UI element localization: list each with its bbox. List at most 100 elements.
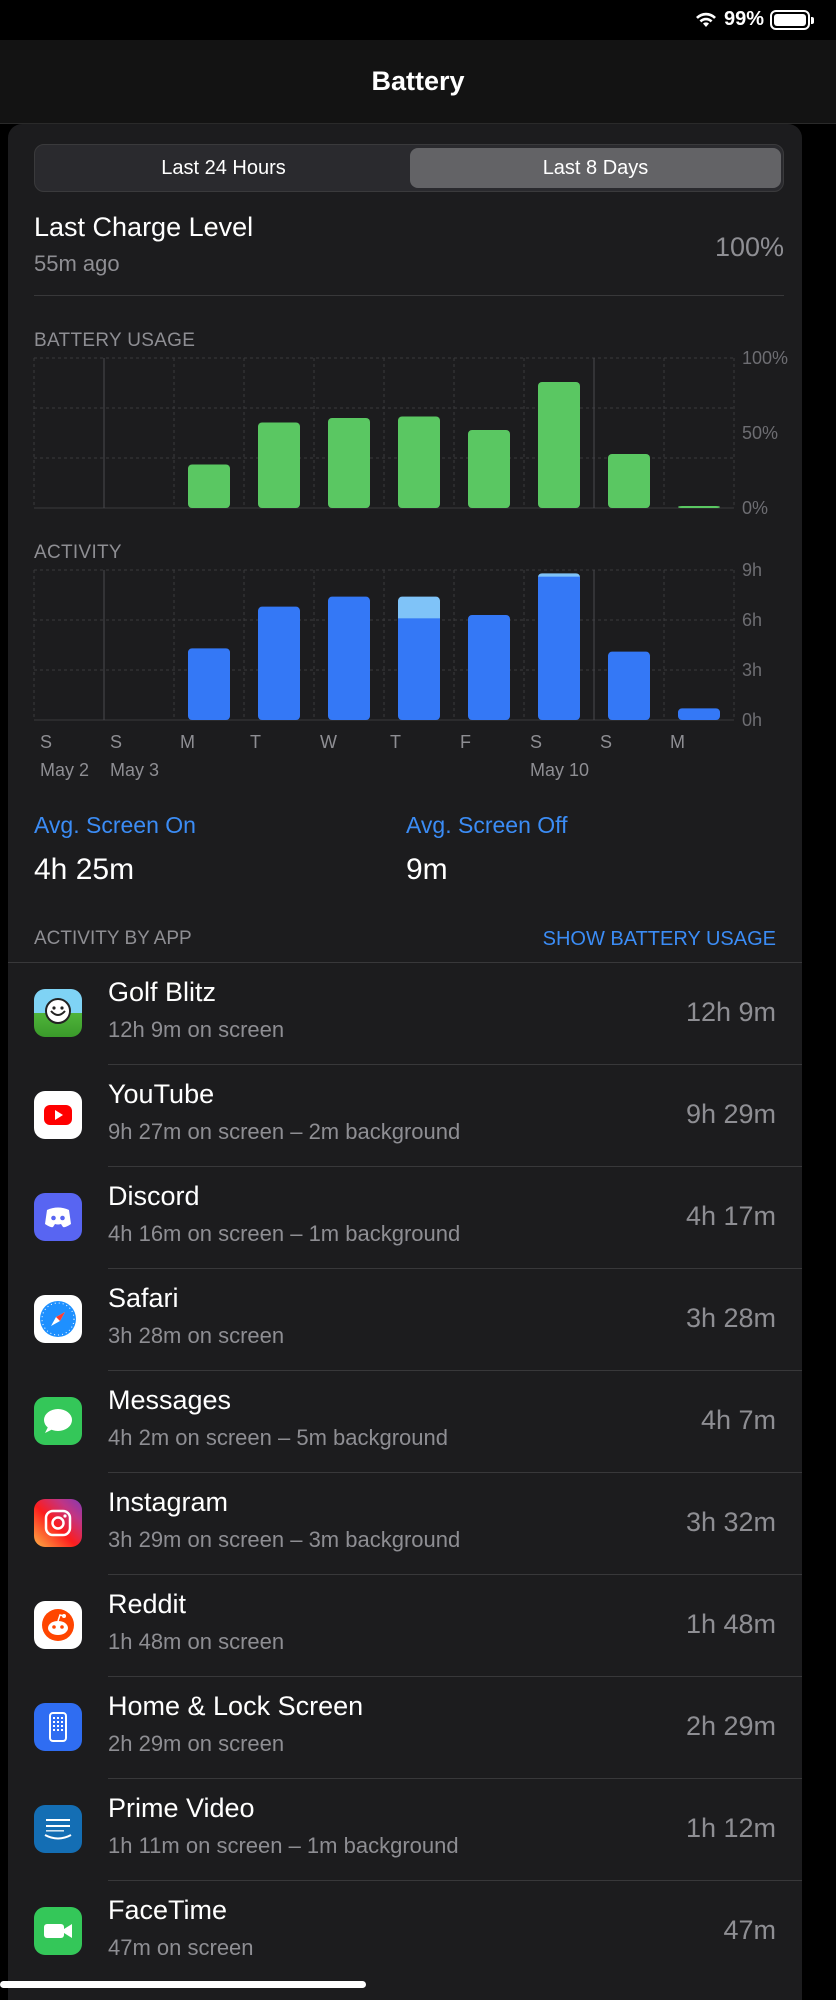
app-row[interactable]: Messages 4h 2m on screen – 5m background… xyxy=(8,1371,802,1473)
app-time: 9h 29m xyxy=(685,1099,776,1129)
x-tick-label: S xyxy=(40,732,52,752)
app-time: 1h 12m xyxy=(685,1813,776,1843)
app-detail: 9h 27m on screen – 2m background xyxy=(108,1119,461,1144)
app-time: 4h 17m xyxy=(685,1201,776,1231)
avg-screen-off: Avg. Screen Off 9m xyxy=(406,812,568,887)
battery-bar[interactable] xyxy=(258,422,300,509)
battery-usage-svg: 100% 50% 0% xyxy=(33,348,788,518)
x-tick-label: S xyxy=(110,732,122,752)
battery-bar[interactable] xyxy=(188,464,230,509)
avg-screen-off-value: 9m xyxy=(406,853,448,886)
app-row[interactable]: Instagram 3h 29m on screen – 3m backgrou… xyxy=(8,1473,802,1575)
time-range-segmented-control: Last 24 Hours Last 8 Days xyxy=(34,144,784,192)
app-list: Golf Blitz 12h 9m on screen 12h 9m YouTu… xyxy=(8,963,802,1983)
date-label: May 2 xyxy=(40,760,89,780)
x-tick-label: S xyxy=(600,732,612,752)
y-tick-label: 0% xyxy=(742,498,768,518)
app-time: 2h 29m xyxy=(685,1711,776,1741)
activity-on-bar[interactable] xyxy=(258,606,300,720)
activity-on-bar[interactable] xyxy=(328,596,370,720)
activity-on-bar[interactable] xyxy=(188,648,230,720)
battery-bar[interactable] xyxy=(608,454,650,508)
home-lock-screen-icon xyxy=(34,1703,82,1751)
y-tick-label: 9h xyxy=(742,560,762,580)
app-time: 4h 7m xyxy=(700,1405,776,1435)
app-detail: 2h 29m on screen xyxy=(108,1731,285,1756)
activity-svg: 9h 6h 3h 0h S S M T W T F S S M May 2 May 3 May 10 xyxy=(33,560,762,780)
home-indicator[interactable] xyxy=(0,1981,366,1988)
last-charge-title: Last Charge Level xyxy=(34,212,254,242)
last-charge-subtitle: 55m ago xyxy=(34,251,120,276)
app-row[interactable]: Reddit 1h 48m on screen 1h 48m xyxy=(8,1575,802,1677)
battery-usage-label: BATTERY USAGE xyxy=(34,330,196,351)
app-row[interactable]: YouTube 9h 27m on screen – 2m background… xyxy=(8,1065,802,1167)
show-battery-usage-link[interactable]: SHOW BATTERY USAGE xyxy=(543,928,776,951)
segment-last-24-hours[interactable]: Last 24 Hours xyxy=(38,148,409,188)
date-label: May 3 xyxy=(110,760,159,780)
battery-bar[interactable] xyxy=(678,506,720,508)
app-name: Instagram xyxy=(108,1487,229,1517)
app-name: Safari xyxy=(108,1283,179,1313)
app-name: Messages xyxy=(108,1385,232,1415)
avg-screen-on-value: 4h 25m xyxy=(34,853,135,886)
activity-on-bar-cap xyxy=(538,576,580,583)
app-time: 3h 32m xyxy=(685,1507,776,1537)
app-detail: 47m on screen xyxy=(108,1935,254,1960)
avg-screen-on: Avg. Screen On 4h 25m xyxy=(34,812,196,887)
activity-on-bar-cap xyxy=(398,618,440,625)
app-row[interactable]: FaceTime 47m on screen 47m xyxy=(8,1881,802,1983)
app-row[interactable]: Prime Video 1h 11m on screen – 1m backgr… xyxy=(8,1779,802,1881)
y-tick-label: 50% xyxy=(742,423,778,443)
activity-on-bar[interactable] xyxy=(678,708,720,720)
app-row[interactable]: Safari 3h 28m on screen 3h 28m xyxy=(8,1269,802,1371)
status-bar: 99% xyxy=(0,0,836,40)
x-tick-label: W xyxy=(320,732,337,752)
discord-icon xyxy=(34,1193,82,1241)
app-time: 12h 9m xyxy=(685,997,776,1027)
app-row[interactable]: Home & Lock Screen 2h 29m on screen 2h 2… xyxy=(8,1677,802,1779)
activity-on-bar[interactable] xyxy=(608,651,650,720)
app-detail: 12h 9m on screen xyxy=(108,1017,285,1042)
page-title: Battery xyxy=(371,66,465,96)
navigation-bar: Battery xyxy=(0,40,836,124)
avg-screen-off-label: Avg. Screen Off xyxy=(406,812,568,838)
activity-on-bar[interactable] xyxy=(538,576,580,720)
last-charge-row: Last Charge Level 55m ago 100% xyxy=(34,212,784,296)
activity-on-bar[interactable] xyxy=(398,618,440,720)
app-time: 47m xyxy=(723,1915,776,1945)
app-detail: 3h 29m on screen – 3m background xyxy=(108,1527,461,1552)
app-detail: 1h 11m on screen – 1m background xyxy=(108,1833,459,1858)
battery-icon xyxy=(770,9,814,30)
battery-bar[interactable] xyxy=(328,418,370,508)
app-detail: 4h 2m on screen – 5m background xyxy=(108,1425,448,1450)
avg-screen-on-label: Avg. Screen On xyxy=(34,812,196,838)
last-charge-value: 100% xyxy=(714,232,784,262)
app-detail: 1h 48m on screen xyxy=(108,1629,285,1654)
y-tick-label: 0h xyxy=(742,710,762,730)
battery-bar[interactable] xyxy=(468,430,510,508)
app-row[interactable]: Discord 4h 16m on screen – 1m background… xyxy=(8,1167,802,1269)
app-time: 3h 28m xyxy=(685,1303,776,1333)
battery-usage-chart: 100% 50% 0% xyxy=(33,348,788,525)
x-tick-label: T xyxy=(250,732,261,752)
app-detail: 4h 16m on screen – 1m background xyxy=(108,1221,461,1246)
activity-by-app-label: ACTIVITY BY APP xyxy=(34,928,192,949)
y-tick-label: 100% xyxy=(742,348,788,368)
x-tick-label: M xyxy=(670,732,685,752)
prime-video-icon xyxy=(34,1805,82,1853)
status-bar-right: 99% xyxy=(694,8,814,31)
app-name: YouTube xyxy=(108,1079,215,1109)
wifi-icon xyxy=(695,12,716,27)
x-tick-label: T xyxy=(390,732,401,752)
activity-on-bar[interactable] xyxy=(468,615,510,720)
instagram-icon xyxy=(34,1499,82,1547)
golf-blitz-icon xyxy=(34,989,82,1037)
app-name: Reddit xyxy=(108,1589,187,1619)
segment-last-8-days[interactable]: Last 8 Days xyxy=(410,148,781,188)
app-row[interactable]: Golf Blitz 12h 9m on screen 12h 9m xyxy=(8,963,802,1065)
app-name: Golf Blitz xyxy=(108,977,217,1007)
messages-icon xyxy=(34,1397,82,1445)
battery-bar[interactable] xyxy=(538,382,580,508)
app-name: Home & Lock Screen xyxy=(108,1691,364,1721)
battery-bar[interactable] xyxy=(398,416,440,509)
